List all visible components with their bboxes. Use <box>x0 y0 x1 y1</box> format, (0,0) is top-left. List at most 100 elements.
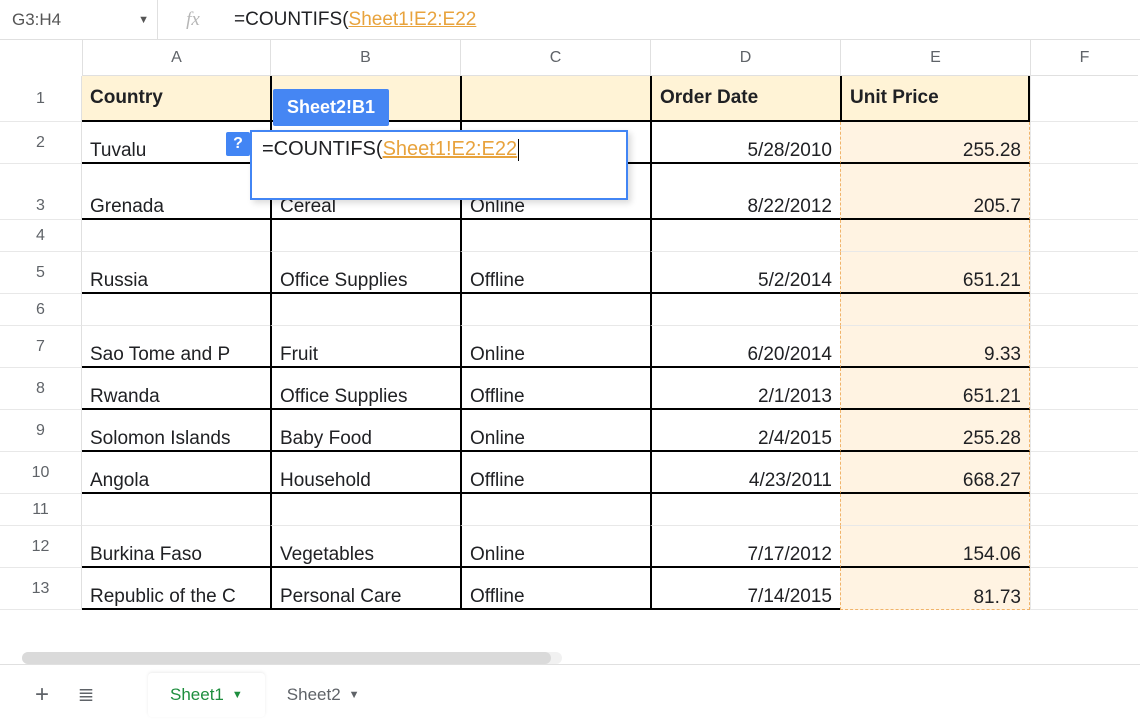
cell-A9[interactable]: Solomon Islands <box>82 410 270 452</box>
cell-D10[interactable]: 4/23/2011 <box>650 452 840 494</box>
cell-C11[interactable] <box>460 494 650 526</box>
cell-B7[interactable]: Fruit <box>270 326 460 368</box>
cell-B4[interactable] <box>270 220 460 252</box>
add-sheet-button[interactable]: + <box>20 673 64 717</box>
cell-D6[interactable] <box>650 294 840 326</box>
cell-D13[interactable]: 7/14/2015 <box>650 568 840 610</box>
cell-D5[interactable]: 5/2/2014 <box>650 252 840 294</box>
cell-editor[interactable]: ? =COUNTIFS(Sheet1!E2:E22 <box>250 130 628 200</box>
cell-F1[interactable] <box>1030 76 1138 122</box>
row-header-6[interactable]: 6 <box>0 294 82 326</box>
cell-F6[interactable] <box>1030 294 1138 326</box>
cell-A7[interactable]: Sao Tome and P <box>82 326 270 368</box>
row-header-4[interactable]: 4 <box>0 220 82 252</box>
scrollbar-thumb[interactable] <box>22 652 551 664</box>
cell-D4[interactable] <box>650 220 840 252</box>
tab-dropdown-icon[interactable]: ▼ <box>232 689 243 701</box>
cell-F11[interactable] <box>1030 494 1138 526</box>
cell-editor-content[interactable]: =COUNTIFS(Sheet1!E2:E22 <box>252 132 626 167</box>
cell-A10[interactable]: Angola <box>82 452 270 494</box>
cell-F2[interactable] <box>1030 122 1138 164</box>
cell-F12[interactable] <box>1030 526 1138 568</box>
row-header-7[interactable]: 7 <box>0 326 82 368</box>
cell-A6[interactable] <box>82 294 270 326</box>
row-header-8[interactable]: 8 <box>0 368 82 410</box>
cell-E10[interactable]: 668.27 <box>840 452 1030 494</box>
cell-F4[interactable] <box>1030 220 1138 252</box>
col-header-C[interactable]: C <box>460 40 650 76</box>
cell-B13[interactable]: Personal Care <box>270 568 460 610</box>
cell-E7[interactable]: 9.33 <box>840 326 1030 368</box>
cell-D12[interactable]: 7/17/2012 <box>650 526 840 568</box>
cell-F5[interactable] <box>1030 252 1138 294</box>
col-header-E[interactable]: E <box>840 40 1030 76</box>
col-header-D[interactable]: D <box>650 40 840 76</box>
cell-F3[interactable] <box>1030 164 1138 220</box>
col-header-F[interactable]: F <box>1030 40 1138 76</box>
formula-help-button[interactable]: ? <box>226 132 250 156</box>
cell-B10[interactable]: Household <box>270 452 460 494</box>
cell-B6[interactable] <box>270 294 460 326</box>
cell-D8[interactable]: 2/1/2013 <box>650 368 840 410</box>
col-header-B[interactable]: B <box>270 40 460 76</box>
cell-A8[interactable]: Rwanda <box>82 368 270 410</box>
cell-E8[interactable]: 651.21 <box>840 368 1030 410</box>
cell-E9[interactable]: 255.28 <box>840 410 1030 452</box>
row-header-1[interactable]: 1 <box>0 76 82 122</box>
cell-A1[interactable]: Country <box>82 76 270 122</box>
cell-F10[interactable] <box>1030 452 1138 494</box>
cell-C5[interactable]: Offline <box>460 252 650 294</box>
row-header-9[interactable]: 9 <box>0 410 82 452</box>
cell-E3[interactable]: 205.7 <box>840 164 1030 220</box>
cell-A11[interactable] <box>82 494 270 526</box>
cell-B5[interactable]: Office Supplies <box>270 252 460 294</box>
horizontal-scrollbar[interactable] <box>22 652 562 664</box>
cell-F9[interactable] <box>1030 410 1138 452</box>
cell-C6[interactable] <box>460 294 650 326</box>
cell-A5[interactable]: Russia <box>82 252 270 294</box>
name-box[interactable]: G3:H4 ▼ <box>0 0 158 40</box>
cell-E12[interactable]: 154.06 <box>840 526 1030 568</box>
cell-B9[interactable]: Baby Food <box>270 410 460 452</box>
cell-C4[interactable] <box>460 220 650 252</box>
all-sheets-button[interactable]: ≣ <box>64 673 108 717</box>
cell-C1[interactable] <box>460 76 650 122</box>
cell-F8[interactable] <box>1030 368 1138 410</box>
cell-E13[interactable]: 81.73 <box>840 568 1030 610</box>
cell-E6[interactable] <box>840 294 1030 326</box>
name-box-dropdown-icon[interactable]: ▼ <box>138 14 149 26</box>
cell-D11[interactable] <box>650 494 840 526</box>
row-header-11[interactable]: 11 <box>0 494 82 526</box>
row-header-12[interactable]: 12 <box>0 526 82 568</box>
cell-D9[interactable]: 2/4/2015 <box>650 410 840 452</box>
cell-C10[interactable]: Offline <box>460 452 650 494</box>
cell-E2[interactable]: 255.28 <box>840 122 1030 164</box>
col-header-A[interactable]: A <box>82 40 270 76</box>
cell-B11[interactable] <box>270 494 460 526</box>
cell-C7[interactable]: Online <box>460 326 650 368</box>
row-header-10[interactable]: 10 <box>0 452 82 494</box>
cell-E1[interactable]: Unit Price <box>840 76 1030 122</box>
cell-D2[interactable]: 5/28/2010 <box>650 122 840 164</box>
cell-E5[interactable]: 651.21 <box>840 252 1030 294</box>
cell-F7[interactable] <box>1030 326 1138 368</box>
cell-B8[interactable]: Office Supplies <box>270 368 460 410</box>
row-header-3[interactable]: 3 <box>0 164 82 220</box>
cell-A12[interactable]: Burkina Faso <box>82 526 270 568</box>
cell-C12[interactable]: Online <box>460 526 650 568</box>
tab-sheet2[interactable]: Sheet2 ▼ <box>265 673 382 717</box>
cell-D7[interactable]: 6/20/2014 <box>650 326 840 368</box>
cell-A3[interactable]: Grenada <box>82 164 270 220</box>
row-header-13[interactable]: 13 <box>0 568 82 610</box>
cell-C9[interactable]: Online <box>460 410 650 452</box>
cell-D1[interactable]: Order Date <box>650 76 840 122</box>
cell-B12[interactable]: Vegetables <box>270 526 460 568</box>
tab-sheet1[interactable]: Sheet1 ▼ <box>148 673 265 717</box>
formula-input[interactable]: =COUNTIFS(Sheet1!E2:E22 <box>228 9 1140 31</box>
cell-A4[interactable] <box>82 220 270 252</box>
cell-A13[interactable]: Republic of the C <box>82 568 270 610</box>
cell-E4[interactable] <box>840 220 1030 252</box>
cell-C13[interactable]: Offline <box>460 568 650 610</box>
row-header-5[interactable]: 5 <box>0 252 82 294</box>
row-header-2[interactable]: 2 <box>0 122 82 164</box>
